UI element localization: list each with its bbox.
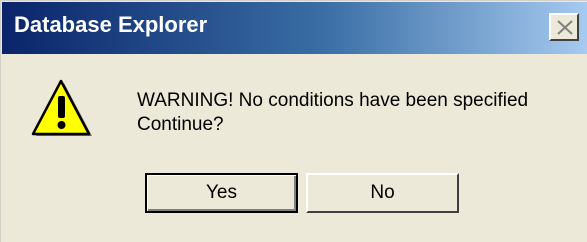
- window-title: Database Explorer: [14, 12, 208, 37]
- yes-button[interactable]: Yes: [145, 173, 298, 213]
- warning-icon: [31, 79, 92, 136]
- close-button[interactable]: [549, 13, 579, 41]
- no-button[interactable]: No: [306, 173, 459, 213]
- dialog-window: Database Explorer WARNING! No conditions…: [0, 0, 587, 242]
- message-line-warning: WARNING! No conditions have been specifi…: [137, 90, 529, 111]
- title-bar[interactable]: Database Explorer: [2, 2, 587, 54]
- message-line-continue: Continue?: [137, 114, 224, 135]
- close-icon: [557, 20, 573, 35]
- message-text: WARNING! No conditions have been specifi…: [137, 89, 528, 137]
